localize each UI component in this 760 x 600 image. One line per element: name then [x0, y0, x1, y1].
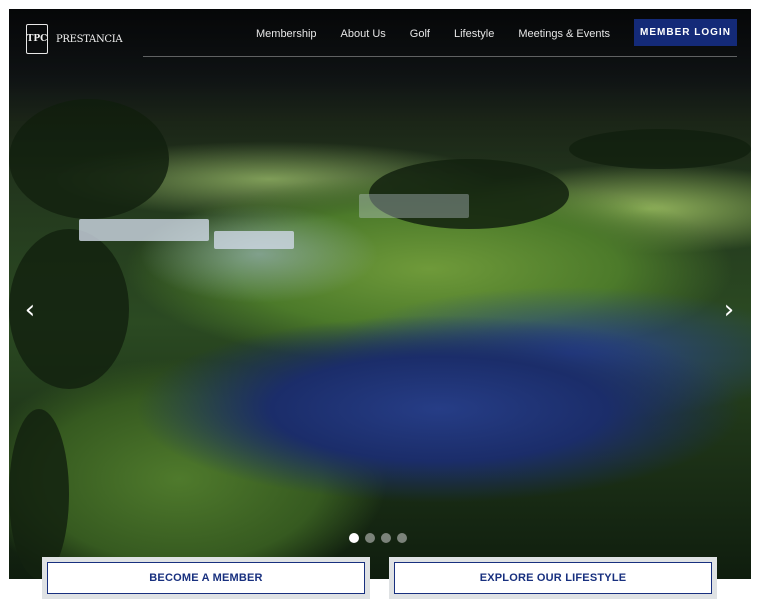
site-header: TPC PRESTANCIA Membership About Us Golf … [9, 9, 751, 61]
tree-cluster [9, 99, 169, 219]
chevron-right-icon[interactable]: › [719, 296, 739, 324]
building-roof [359, 194, 469, 218]
clubhouse-roof [214, 231, 294, 249]
main-nav: Membership About Us Golf Lifestyle Meeti… [256, 26, 634, 42]
carousel-dot-2[interactable] [365, 533, 375, 543]
header-divider [143, 56, 737, 57]
brand-logo[interactable]: TPC PRESTANCIA [26, 24, 123, 54]
explore-lifestyle-card: EXPLORE OUR LIFESTYLE [389, 557, 717, 599]
tpc-badge-icon: TPC [26, 24, 48, 54]
become-member-button[interactable]: BECOME A MEMBER [47, 562, 365, 594]
member-login-button[interactable]: MEMBER LOGIN [634, 19, 737, 46]
tree-cluster [369, 159, 569, 229]
become-member-card: BECOME A MEMBER [42, 557, 370, 599]
carousel-dot-1[interactable] [349, 533, 359, 543]
hero-image [9, 9, 751, 579]
nav-item-membership[interactable]: Membership [256, 26, 317, 42]
nav-item-meetings-events[interactable]: Meetings & Events [518, 26, 610, 42]
nav-item-about-us[interactable]: About Us [341, 26, 386, 42]
nav-item-golf[interactable]: Golf [410, 26, 430, 42]
brand-name: PRESTANCIA [56, 33, 123, 45]
clubhouse-roof [79, 219, 209, 241]
nav-item-lifestyle[interactable]: Lifestyle [454, 26, 494, 42]
tree-cluster [569, 129, 751, 169]
carousel-dot-4[interactable] [397, 533, 407, 543]
carousel-dot-3[interactable] [381, 533, 391, 543]
chevron-left-icon[interactable]: ‹ [20, 296, 40, 324]
tree-cluster [9, 409, 69, 579]
carousel-dots [349, 533, 407, 543]
explore-lifestyle-button[interactable]: EXPLORE OUR LIFESTYLE [394, 562, 712, 594]
